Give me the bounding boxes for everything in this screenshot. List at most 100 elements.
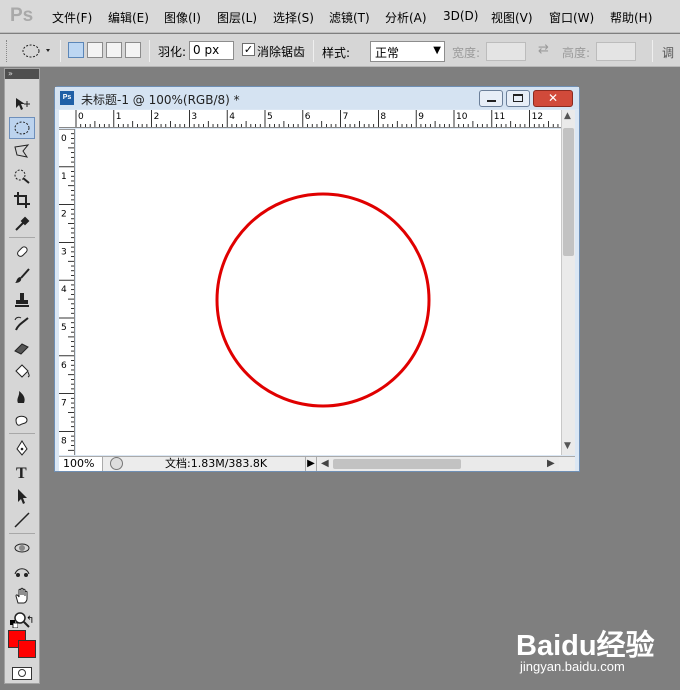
vertical-scroll-thumb[interactable] (563, 128, 574, 256)
move-tool[interactable] (9, 93, 35, 115)
quick-selection-tool[interactable] (9, 165, 35, 187)
swap-colors-icon[interactable]: ↰ (26, 616, 36, 626)
scroll-left-icon[interactable]: ◀ (321, 457, 329, 471)
ruler-label: 1 (61, 172, 67, 182)
tools-panel-header[interactable]: » (5, 69, 39, 79)
add-to-selection-button[interactable] (87, 42, 103, 58)
ruler-label: 6 (61, 361, 67, 371)
baidu-jingyan-watermark: Baidu经验 (516, 630, 655, 662)
healing-brush-icon (17, 246, 28, 257)
vertical-ruler[interactable]: 0 1 2 3 4 5 6 7 8 (59, 129, 75, 455)
ruler-label: 3 (61, 247, 67, 257)
style-value: 正常 (375, 46, 400, 60)
lasso-tool[interactable] (9, 141, 35, 163)
canvas-drawing (215, 192, 431, 408)
paint-bucket-tool[interactable] (9, 361, 35, 383)
intersect-selection-button[interactable] (125, 42, 141, 58)
path-selection-tool[interactable] (9, 485, 35, 507)
sponge-tool[interactable] (9, 409, 35, 431)
height-label: 高度: (562, 46, 591, 60)
elliptical-marquee-tool[interactable] (9, 117, 35, 139)
separator (149, 40, 150, 62)
new-selection-button[interactable] (68, 42, 84, 58)
zoom-level-field[interactable]: 100% (59, 457, 103, 471)
eraser-tool[interactable] (9, 337, 35, 359)
menu-filter[interactable]: 滤镜(T) (329, 9, 370, 26)
tool-preset-picker[interactable] (20, 40, 56, 62)
maximize-button[interactable] (506, 90, 530, 107)
pen-tool[interactable] (9, 437, 35, 459)
style-select[interactable]: 正常 ▼ (370, 41, 445, 62)
status-menu-arrow-icon[interactable]: ▶ (305, 457, 317, 471)
type-tool[interactable]: T (9, 461, 35, 483)
watermark-url: jingyan.baidu.com (520, 659, 625, 674)
brush-tool[interactable] (9, 265, 35, 287)
3d-orbit-tool[interactable] (9, 561, 35, 583)
ruler-label: 12 (532, 112, 543, 122)
crop-icon (14, 192, 30, 208)
refine-edge-button[interactable]: 调 (662, 44, 674, 61)
subtract-from-selection-button[interactable] (106, 42, 122, 58)
menu-image[interactable]: 图像(I) (164, 9, 201, 26)
ruler-label: 0 (78, 112, 84, 122)
ruler-label: 2 (154, 112, 160, 122)
scroll-up-icon[interactable]: ▲ (564, 111, 571, 121)
hand-tool[interactable] (9, 585, 35, 607)
menu-layer[interactable]: 图层(L) (217, 9, 257, 26)
3d-rotate-icon (14, 543, 30, 553)
minimize-button[interactable] (479, 90, 503, 107)
line-tool[interactable] (9, 509, 35, 531)
clone-stamp-icon (15, 293, 29, 307)
swap-dimensions-icon[interactable]: ⇄ (538, 42, 549, 57)
document-title: 未标题-1 @ 100%(RGB/8) * (81, 93, 240, 107)
clone-stamp-tool[interactable] (9, 289, 35, 311)
crop-tool[interactable] (9, 189, 35, 211)
width-input[interactable] (486, 42, 526, 61)
menu-3d[interactable]: 3D(D) (443, 9, 478, 23)
divider (9, 237, 35, 238)
burn-tool[interactable] (9, 385, 35, 407)
antialias-checkbox[interactable]: ✓ (242, 43, 255, 56)
antialias-label: 消除锯齿 (257, 45, 306, 59)
quick-mask-icon (18, 669, 26, 677)
style-label: 样式: (322, 46, 351, 60)
tools-panel: » T ↰ (4, 68, 40, 684)
menu-view[interactable]: 视图(V) (491, 9, 533, 26)
ruler-label: 0 (61, 134, 67, 144)
background-color-swatch[interactable] (18, 640, 36, 658)
feather-label: 羽化: (158, 45, 187, 59)
horizontal-scroll-thumb[interactable] (333, 459, 461, 469)
menu-file[interactable]: 文件(F) (52, 9, 92, 26)
eyedropper-tool[interactable] (9, 213, 35, 235)
menu-bar: Ps 文件(F) 编辑(E) 图像(I) 图层(L) 选择(S) 滤镜(T) 分… (0, 0, 680, 33)
quick-selection-icon (14, 169, 30, 184)
divider (9, 433, 35, 434)
3d-rotate-tool[interactable] (9, 537, 35, 559)
ruler-label: 7 (343, 112, 349, 122)
feather-input[interactable]: 0 px (189, 41, 234, 60)
quick-mask-button[interactable] (12, 667, 32, 680)
photoshop-doc-icon: Ps (60, 91, 74, 105)
menu-help[interactable]: 帮助(H) (610, 9, 652, 26)
healing-brush-tool[interactable] (9, 241, 35, 263)
divider (9, 533, 35, 534)
separator (313, 40, 314, 62)
status-info-icon[interactable] (110, 457, 123, 470)
eyedropper-icon (15, 216, 30, 231)
menu-edit[interactable]: 编辑(E) (108, 9, 149, 26)
menu-window[interactable]: 窗口(W) (549, 9, 594, 26)
menu-select[interactable]: 选择(S) (273, 9, 314, 26)
close-button[interactable]: ✕ (533, 90, 573, 107)
default-colors-icon[interactable] (10, 617, 19, 629)
horizontal-scrollbar[interactable]: ◀ ▶ (319, 457, 559, 471)
document-titlebar[interactable]: Ps 未标题-1 @ 100%(RGB/8) * ✕ (55, 87, 579, 109)
scroll-down-icon[interactable]: ▼ (564, 441, 571, 451)
height-input[interactable] (596, 42, 636, 61)
vertical-scrollbar[interactable]: ▲ ▼ (561, 110, 575, 455)
scroll-right-icon[interactable]: ▶ (547, 457, 555, 471)
ruler-label: 4 (229, 112, 235, 122)
menu-analysis[interactable]: 分析(A) (385, 9, 427, 26)
history-brush-tool[interactable] (9, 313, 35, 335)
document-canvas[interactable] (76, 129, 561, 455)
horizontal-ruler[interactable]: 0 1 2 3 4 5 6 7 8 9 10 11 12 (59, 110, 561, 128)
